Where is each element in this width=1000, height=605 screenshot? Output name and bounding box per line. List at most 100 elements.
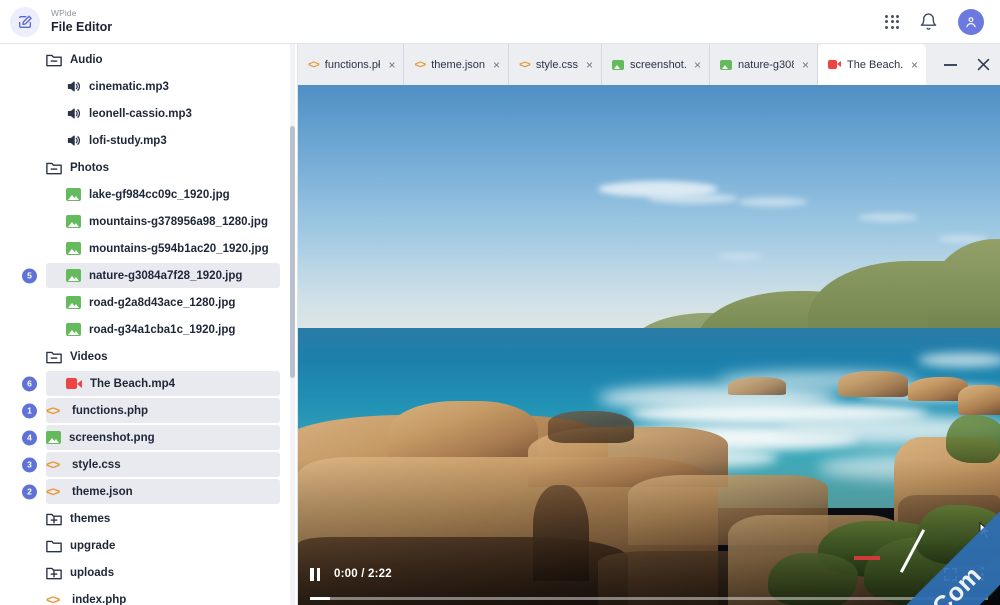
file-tree-item-road-g2a8d43ace-1280-jpg[interactable]: road-g2a8d43ace_1280.jpg bbox=[0, 289, 298, 316]
file-tree-item-label: functions.php bbox=[72, 404, 149, 417]
pause-icon[interactable] bbox=[310, 567, 320, 581]
list-item[interactable]: Videos bbox=[0, 343, 298, 370]
tab-label: nature-g308 bbox=[738, 58, 795, 71]
file-tree-item-index-php[interactable]: < > index.php bbox=[0, 586, 298, 605]
video-vignette bbox=[298, 85, 1000, 605]
tab-style-css[interactable]: < > style.css × bbox=[509, 44, 603, 85]
list-item[interactable]: cinematic.mp3 bbox=[0, 73, 298, 100]
image-file-icon bbox=[66, 188, 81, 201]
file-tree-item-label: uploads bbox=[70, 566, 115, 579]
file-tree-item-label: mountains-g378956a98_1280.jpg bbox=[89, 215, 268, 228]
tab-close-icon[interactable]: × bbox=[802, 59, 809, 71]
image-file-icon bbox=[720, 59, 733, 70]
video-player[interactable]: 0:00 / 2:22 envn.Com bbox=[298, 85, 1000, 605]
list-item[interactable]: road-g2a8d43ace_1280.jpg bbox=[0, 289, 298, 316]
image-file-icon bbox=[66, 323, 81, 336]
app-header: WPide File Editor bbox=[0, 0, 1000, 44]
code-file-icon: < > bbox=[46, 592, 60, 605]
file-tree-item-label: Photos bbox=[70, 161, 109, 174]
close-window-icon[interactable] bbox=[975, 56, 992, 73]
tab-theme-json[interactable]: < > theme.json × bbox=[404, 44, 510, 85]
file-tree-item-label: leonell-cassio.mp3 bbox=[89, 107, 192, 120]
page-title: File Editor bbox=[51, 19, 113, 34]
video-progress-bar[interactable] bbox=[310, 597, 988, 600]
tab-close-icon[interactable]: × bbox=[388, 59, 395, 71]
tab-label: style.css bbox=[535, 58, 579, 71]
list-item[interactable]: lofi-study.mp3 bbox=[0, 127, 298, 154]
file-tree-item-cinematic-mp3[interactable]: cinematic.mp3 bbox=[0, 73, 298, 100]
tab-label: screenshot.ļ bbox=[630, 58, 687, 71]
file-tree-item-label: mountains-g594b1ac20_1920.jpg bbox=[89, 242, 269, 255]
tab-close-icon[interactable]: × bbox=[911, 59, 918, 71]
file-tree-item-leonell-cassio-mp3[interactable]: leonell-cassio.mp3 bbox=[0, 100, 298, 127]
tab-screenshot[interactable]: screenshot.ļ × bbox=[602, 44, 711, 85]
file-tree-item-label: The Beach.mp4 bbox=[90, 377, 175, 390]
list-item[interactable]: themes bbox=[0, 505, 298, 532]
minimize-icon[interactable] bbox=[944, 63, 958, 66]
file-tree-item-mountains-g378956a98-1280-jpg[interactable]: mountains-g378956a98_1280.jpg bbox=[0, 208, 298, 235]
file-tree-sidebar[interactable]: Audio cinematic.mp3 leonell-cassio.mp3 lofi… bbox=[0, 44, 298, 605]
tab-close-icon[interactable]: × bbox=[694, 59, 701, 71]
list-item[interactable]: uploads bbox=[0, 559, 298, 586]
list-item[interactable]: < > functions.php 1 bbox=[0, 397, 298, 424]
file-tree-item-audio[interactable]: Audio bbox=[0, 46, 298, 73]
list-item[interactable]: The Beach.mp4 6 bbox=[0, 370, 298, 397]
brand-subtitle: WPide bbox=[51, 7, 77, 18]
file-tree-item-road-g34a1cba1c-1920-jpg[interactable]: road-g34a1cba1c_1920.jpg bbox=[0, 316, 298, 343]
wpide-logo bbox=[10, 6, 40, 37]
list-item[interactable]: leonell-cassio.mp3 bbox=[0, 100, 298, 127]
tab-nature-g308[interactable]: nature-g308 × bbox=[710, 44, 819, 85]
list-item[interactable]: road-g34a1cba1c_1920.jpg bbox=[0, 316, 298, 343]
bell-icon[interactable] bbox=[919, 12, 938, 32]
brand-text: WPide File Editor bbox=[51, 7, 113, 34]
file-tree-item-nature-g3084a7f28-1920-jpg[interactable]: nature-g3084a7f28_1920.jpg bbox=[0, 262, 298, 289]
list-item[interactable]: screenshot.png 4 bbox=[0, 424, 298, 451]
code-file-icon: < > bbox=[46, 403, 60, 418]
file-tree-item-style-css[interactable]: < > style.css bbox=[0, 451, 298, 478]
file-tree-item-mountains-g594b1ac20-1920-jpg[interactable]: mountains-g594b1ac20_1920.jpg bbox=[0, 235, 298, 262]
file-tree-item-theme-json[interactable]: < > theme.json bbox=[0, 478, 298, 505]
file-tree-item-upgrade[interactable]: upgrade bbox=[0, 532, 298, 559]
list-item[interactable]: nature-g3084a7f28_1920.jpg 5 bbox=[0, 262, 298, 289]
list-item[interactable]: < > style.css 3 bbox=[0, 451, 298, 478]
video-progress-fill bbox=[310, 597, 331, 600]
tab-functions-p[interactable]: < > functions.pł × bbox=[298, 44, 405, 85]
file-tree-item-screenshot-png[interactable]: screenshot.png bbox=[0, 424, 298, 451]
folder-collapse-icon bbox=[46, 351, 62, 363]
file-tree-item-videos[interactable]: Videos bbox=[0, 343, 298, 370]
file-tree-item-themes[interactable]: themes bbox=[0, 505, 298, 532]
file-tree-item-label: theme.json bbox=[72, 485, 133, 498]
brand[interactable]: WPide File Editor bbox=[0, 6, 113, 37]
file-tree-item-functions-php[interactable]: < > functions.php bbox=[0, 397, 298, 424]
list-item[interactable]: mountains-g594b1ac20_1920.jpg bbox=[0, 235, 298, 262]
tab-close-icon[interactable]: × bbox=[493, 59, 500, 71]
file-tree-item-lofi-study-mp3[interactable]: lofi-study.mp3 bbox=[0, 127, 298, 154]
list-item[interactable]: < > index.php bbox=[0, 586, 298, 605]
file-tree: Audio cinematic.mp3 leonell-cassio.mp3 lofi… bbox=[0, 44, 298, 605]
file-tree-item-uploads[interactable]: uploads bbox=[0, 559, 298, 586]
image-file-icon bbox=[612, 59, 625, 70]
tab-close-icon[interactable]: × bbox=[586, 59, 593, 71]
app-window: WPide File Editor Audio cinematic.mp3 leon… bbox=[0, 0, 1000, 605]
list-item[interactable]: upgrade bbox=[0, 532, 298, 559]
code-file-icon: < > bbox=[308, 58, 320, 71]
list-item[interactable]: mountains-g378956a98_1280.jpg bbox=[0, 208, 298, 235]
file-tree-item-lake-gf984cc09c-1920-jpg[interactable]: lake-gf984cc09c_1920.jpg bbox=[0, 181, 298, 208]
tab-the-beach-r[interactable]: The Beach.r × bbox=[818, 44, 927, 85]
folder-collapse-icon bbox=[46, 54, 62, 66]
speaker-icon bbox=[67, 81, 80, 92]
tab-label: The Beach.r bbox=[847, 58, 904, 71]
grid-apps-icon[interactable] bbox=[885, 14, 899, 29]
list-item[interactable]: < > theme.json 2 bbox=[0, 478, 298, 505]
folder-collapse-icon bbox=[46, 162, 62, 174]
file-tree-item-photos[interactable]: Photos bbox=[0, 154, 298, 181]
video-time-display: 0:00 / 2:22 bbox=[334, 568, 392, 580]
list-item[interactable]: Audio bbox=[0, 46, 298, 73]
file-tree-item-label: Videos bbox=[70, 350, 108, 363]
avatar[interactable] bbox=[958, 8, 984, 35]
list-item[interactable]: lake-gf984cc09c_1920.jpg bbox=[0, 181, 298, 208]
image-file-icon bbox=[66, 215, 81, 228]
video-file-icon bbox=[828, 60, 842, 69]
list-item[interactable]: Photos bbox=[0, 154, 298, 181]
file-tree-item-the-beach-mp4[interactable]: The Beach.mp4 bbox=[0, 370, 298, 397]
